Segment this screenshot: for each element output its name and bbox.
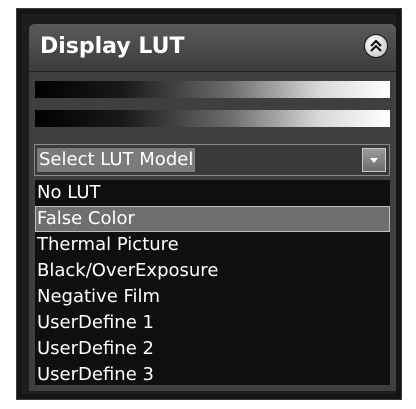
list-item-userdefine-2[interactable]: UserDefine 2 xyxy=(35,336,390,362)
lut-gradient-bar-top xyxy=(35,81,390,98)
collapse-button[interactable] xyxy=(365,35,387,57)
app-frame: Display LUT Select LUT Model No LUT Fals… xyxy=(16,8,402,400)
list-item-userdefine-1[interactable]: UserDefine 1 xyxy=(35,310,390,336)
panel-header[interactable]: Display LUT xyxy=(29,24,396,72)
display-lut-panel: Display LUT Select LUT Model No LUT Fals… xyxy=(29,24,396,391)
list-item-black-overexposure[interactable]: Black/OverExposure xyxy=(35,258,390,284)
panel-title: Display LUT xyxy=(40,34,185,59)
lut-model-dropdown-button[interactable] xyxy=(362,148,386,172)
lut-gradient-bar-bottom xyxy=(35,110,390,127)
lut-model-list: No LUT False Color Thermal Picture Black… xyxy=(35,180,390,385)
lut-model-select-value: Select LUT Model xyxy=(37,148,196,172)
list-item-thermal-picture[interactable]: Thermal Picture xyxy=(35,232,390,258)
list-item-userdefine-3[interactable]: UserDefine 3 xyxy=(35,362,390,388)
chevron-down-icon xyxy=(370,158,378,163)
double-chevron-up-icon xyxy=(370,39,382,52)
list-item-false-color[interactable]: False Color xyxy=(35,206,390,232)
lut-model-select[interactable]: Select LUT Model xyxy=(34,144,390,176)
list-item-no-lut[interactable]: No LUT xyxy=(35,180,390,206)
list-item-negative-film[interactable]: Negative Film xyxy=(35,284,390,310)
